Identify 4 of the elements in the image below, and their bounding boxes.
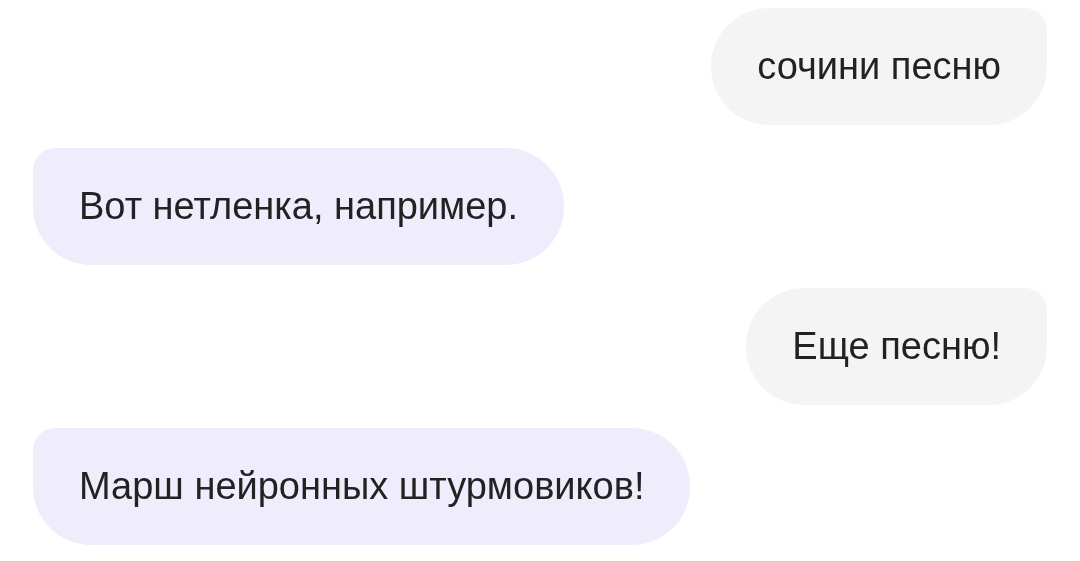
assistant-message-bubble: Вот нетленка, например. bbox=[33, 148, 565, 265]
user-message-bubble: сочини песню bbox=[711, 8, 1047, 125]
user-message-bubble: Еще песню! bbox=[746, 288, 1047, 405]
assistant-message-bubble: Марш нейронных штурмовиков! bbox=[33, 428, 691, 545]
